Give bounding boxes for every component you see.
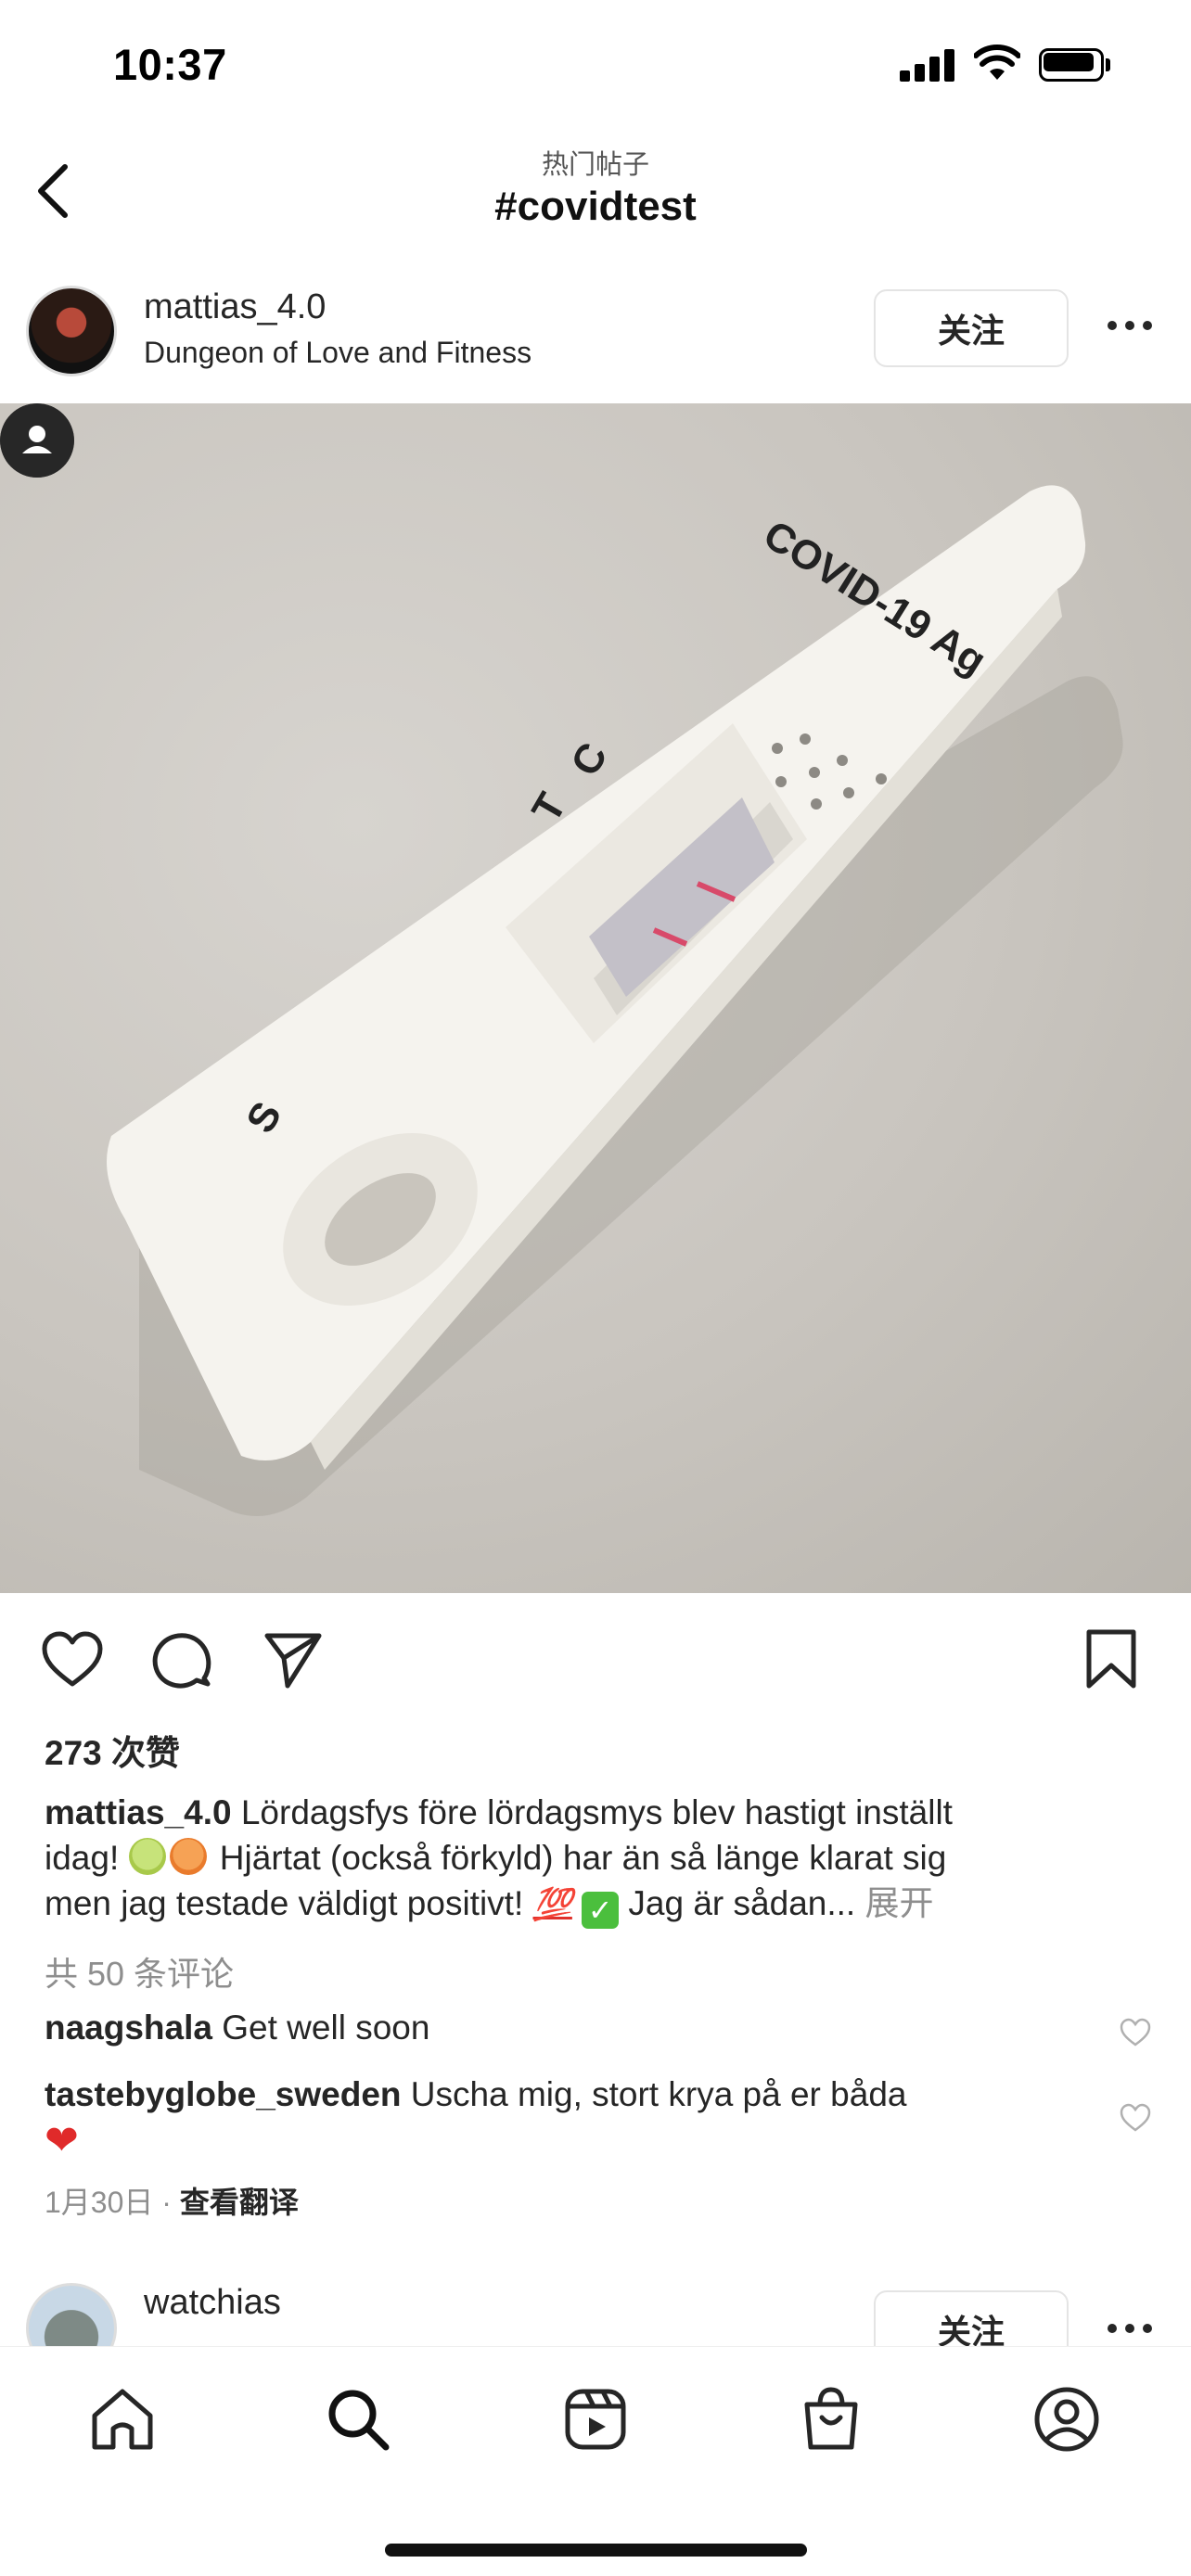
caption-text-2: idag!	[45, 1839, 129, 1877]
date-separator: ·	[153, 2186, 180, 2219]
comment-like-icon[interactable]	[1119, 2102, 1152, 2134]
comment-item: tastebyglobe_sweden Uscha mig, stort kry…	[45, 2072, 1111, 2166]
follow-button[interactable]: 关注	[874, 289, 1069, 367]
profile-icon[interactable]	[1031, 2384, 1102, 2455]
comment-text: Get well soon	[211, 2009, 430, 2047]
caption-text-3: Hjärtat (också förkyld) har än så länge …	[210, 1839, 947, 1877]
like-heart-icon[interactable]	[39, 1626, 106, 1693]
status-bar: 10:37	[0, 0, 1191, 130]
caption-username[interactable]: mattias_4.0	[45, 1793, 232, 1831]
avatar[interactable]	[26, 286, 117, 376]
comment-username[interactable]: tastebyglobe_sweden	[45, 2075, 402, 2113]
post-date: 1月30日	[45, 2186, 154, 2219]
caption-text-1: Lördagsfys före lördagsmys blev hastigt …	[231, 1793, 953, 1831]
more-options-icon[interactable]	[1104, 2320, 1156, 2339]
home-icon[interactable]	[87, 2384, 158, 2455]
status-time: 10:37	[113, 40, 227, 89]
page-header: 热门帖子 #covidtest	[0, 130, 1191, 250]
cellular-signal-icon	[900, 48, 957, 82]
save-bookmark-icon[interactable]	[1078, 1626, 1145, 1693]
comment-like-icon[interactable]	[1119, 2017, 1152, 2048]
search-icon[interactable]	[323, 2384, 393, 2455]
home-indicator[interactable]	[385, 2544, 807, 2557]
comment-username[interactable]: naagshala	[45, 2009, 212, 2047]
share-icon[interactable]	[260, 1626, 327, 1693]
page-title: #covidtest	[494, 184, 697, 229]
covid-test-image: COVID-19 Ag C T S	[107, 485, 1123, 1516]
hundred-points-emoji-icon: 💯	[532, 1887, 572, 1922]
battery-icon	[1039, 48, 1111, 82]
red-heart-emoji-icon: ❤	[45, 2118, 79, 2163]
post-date-line: 1月30日 · 查看翻译	[45, 2179, 299, 2222]
caption-text-4: men jag testade väldigt positivt!	[45, 1884, 533, 1922]
tagged-people-icon[interactable]	[0, 403, 74, 478]
check-mark-emoji-icon: ✓	[582, 1892, 620, 1929]
hot-face-emoji-icon	[169, 1838, 207, 1875]
post-header: mattias_4.0 Dungeon of Love and Fitness …	[0, 269, 1191, 399]
reels-icon[interactable]	[560, 2384, 631, 2455]
see-translation-link[interactable]: 查看翻译	[180, 2186, 299, 2219]
next-post-username[interactable]: watchias	[144, 2283, 281, 2323]
view-all-comments-link[interactable]: 共 50 条评论	[45, 1947, 234, 1996]
post-username[interactable]: mattias_4.0	[144, 287, 326, 327]
sick-face-emoji-icon	[128, 1838, 166, 1875]
likes-count[interactable]: 273 次赞	[45, 1725, 180, 1775]
next-post-header: watchias 关注	[0, 2272, 1191, 2346]
post-photo[interactable]: COVID-19 Ag C T S	[0, 403, 1191, 1593]
expand-caption-link[interactable]: 展开	[855, 1884, 933, 1922]
avatar[interactable]	[26, 2283, 117, 2346]
test-c-label: C	[562, 735, 616, 784]
bottom-tab-bar	[0, 2346, 1191, 2576]
comment-text: Uscha mig, stort krya på er båda	[401, 2075, 907, 2113]
comment-icon[interactable]	[148, 1626, 215, 1693]
follow-button[interactable]: 关注	[874, 2290, 1069, 2346]
comment-item: naagshala Get well soon	[45, 2005, 1111, 2051]
more-options-icon[interactable]	[1104, 317, 1156, 336]
post-subline[interactable]: Dungeon of Love and Fitness	[144, 336, 531, 370]
shop-icon[interactable]	[796, 2384, 866, 2455]
wifi-icon	[974, 45, 1020, 80]
header-subtitle: 热门帖子	[541, 150, 649, 180]
caption-text-5: Jag är sådan...	[619, 1884, 856, 1922]
post-actions	[0, 1613, 1191, 1706]
post-caption: mattias_4.0 Lördagsfys före lördagsmys b…	[45, 1790, 1158, 1929]
